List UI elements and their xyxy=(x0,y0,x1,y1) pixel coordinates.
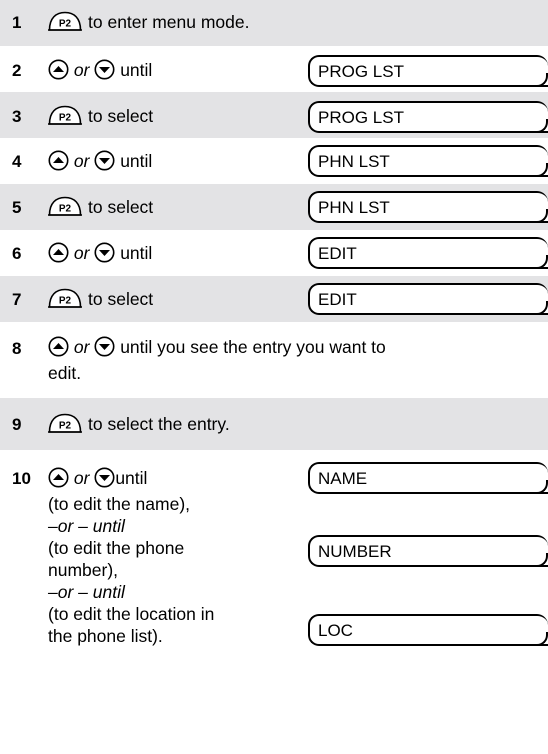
display-box: EDIT xyxy=(308,283,548,315)
step-number: 9 xyxy=(12,415,22,434)
step-number: 8 xyxy=(12,339,22,358)
step-text: or until xyxy=(48,467,147,489)
step-8: 8 or until you see the entry you want to… xyxy=(0,322,548,398)
up-arrow-icon xyxy=(48,467,69,488)
down-arrow-icon xyxy=(94,336,115,357)
up-arrow-icon xyxy=(48,242,69,263)
step-7: 7 to select EDIT xyxy=(0,276,548,322)
step-number: 10 xyxy=(12,469,31,488)
step-text: or until xyxy=(48,242,152,264)
step-3: 3 to select PROG LST xyxy=(0,92,548,138)
step-number: 3 xyxy=(12,107,22,126)
step-1: 1 to enter menu mode. xyxy=(0,0,548,46)
step-10-line-3: (to edit the phone xyxy=(48,538,185,558)
step-9: 9 to select the entry. xyxy=(0,398,548,450)
down-arrow-icon xyxy=(94,150,115,171)
step-number: 4 xyxy=(12,152,22,171)
up-arrow-icon xyxy=(48,150,69,171)
step-10-line-2: –or – until xyxy=(48,516,125,536)
down-arrow-icon xyxy=(94,59,115,80)
step-4: 4 or until PHN LST xyxy=(0,138,548,184)
step-text-continued: edit. xyxy=(48,363,82,383)
step-number: 6 xyxy=(12,244,22,263)
display-box-name: NAME xyxy=(308,462,548,494)
p2-button-icon xyxy=(48,413,82,433)
up-arrow-icon xyxy=(48,336,69,357)
step-10-line-5: –or – until xyxy=(48,582,125,602)
step-2: 2 or until PROG LST xyxy=(0,46,548,92)
step-10-line-6: (to edit the location in xyxy=(48,604,215,624)
p2-button-icon xyxy=(48,11,82,31)
step-text: to select xyxy=(48,105,153,127)
p2-button-icon xyxy=(48,196,82,216)
p2-button-icon xyxy=(48,105,82,125)
step-10: 10 or until (to edit the name), –or – un… xyxy=(0,450,548,754)
step-number: 5 xyxy=(12,198,22,217)
step-text: to enter menu mode. xyxy=(48,11,249,33)
p2-button-icon xyxy=(48,288,82,308)
display-box-loc: LOC xyxy=(308,614,548,646)
down-arrow-icon xyxy=(94,242,115,263)
down-arrow-icon xyxy=(94,467,115,488)
step-text: to select xyxy=(48,288,153,310)
display-box: PHN LST xyxy=(308,191,548,223)
step-text: to select the entry. xyxy=(48,413,230,435)
step-10-line-4: number), xyxy=(48,560,119,580)
display-box: PROG LST xyxy=(308,55,548,87)
step-number: 2 xyxy=(12,61,22,80)
step-number: 1 xyxy=(12,13,22,32)
display-box: PROG LST xyxy=(308,101,548,133)
step-6: 6 or until EDIT xyxy=(0,230,548,276)
step-text: or until you see the entry you want to xyxy=(48,336,386,358)
step-number: 7 xyxy=(12,290,22,309)
display-box-number: NUMBER xyxy=(308,535,548,567)
step-text: or until xyxy=(48,59,152,81)
display-box: EDIT xyxy=(308,237,548,269)
step-text: to select xyxy=(48,196,153,218)
step-10-line-1: (to edit the name), xyxy=(48,494,191,514)
step-5: 5 to select PHN LST xyxy=(0,184,548,230)
step-10-line-7: the phone list). xyxy=(48,626,163,646)
display-box: PHN LST xyxy=(308,145,548,177)
step-text: or until xyxy=(48,150,152,172)
up-arrow-icon xyxy=(48,59,69,80)
